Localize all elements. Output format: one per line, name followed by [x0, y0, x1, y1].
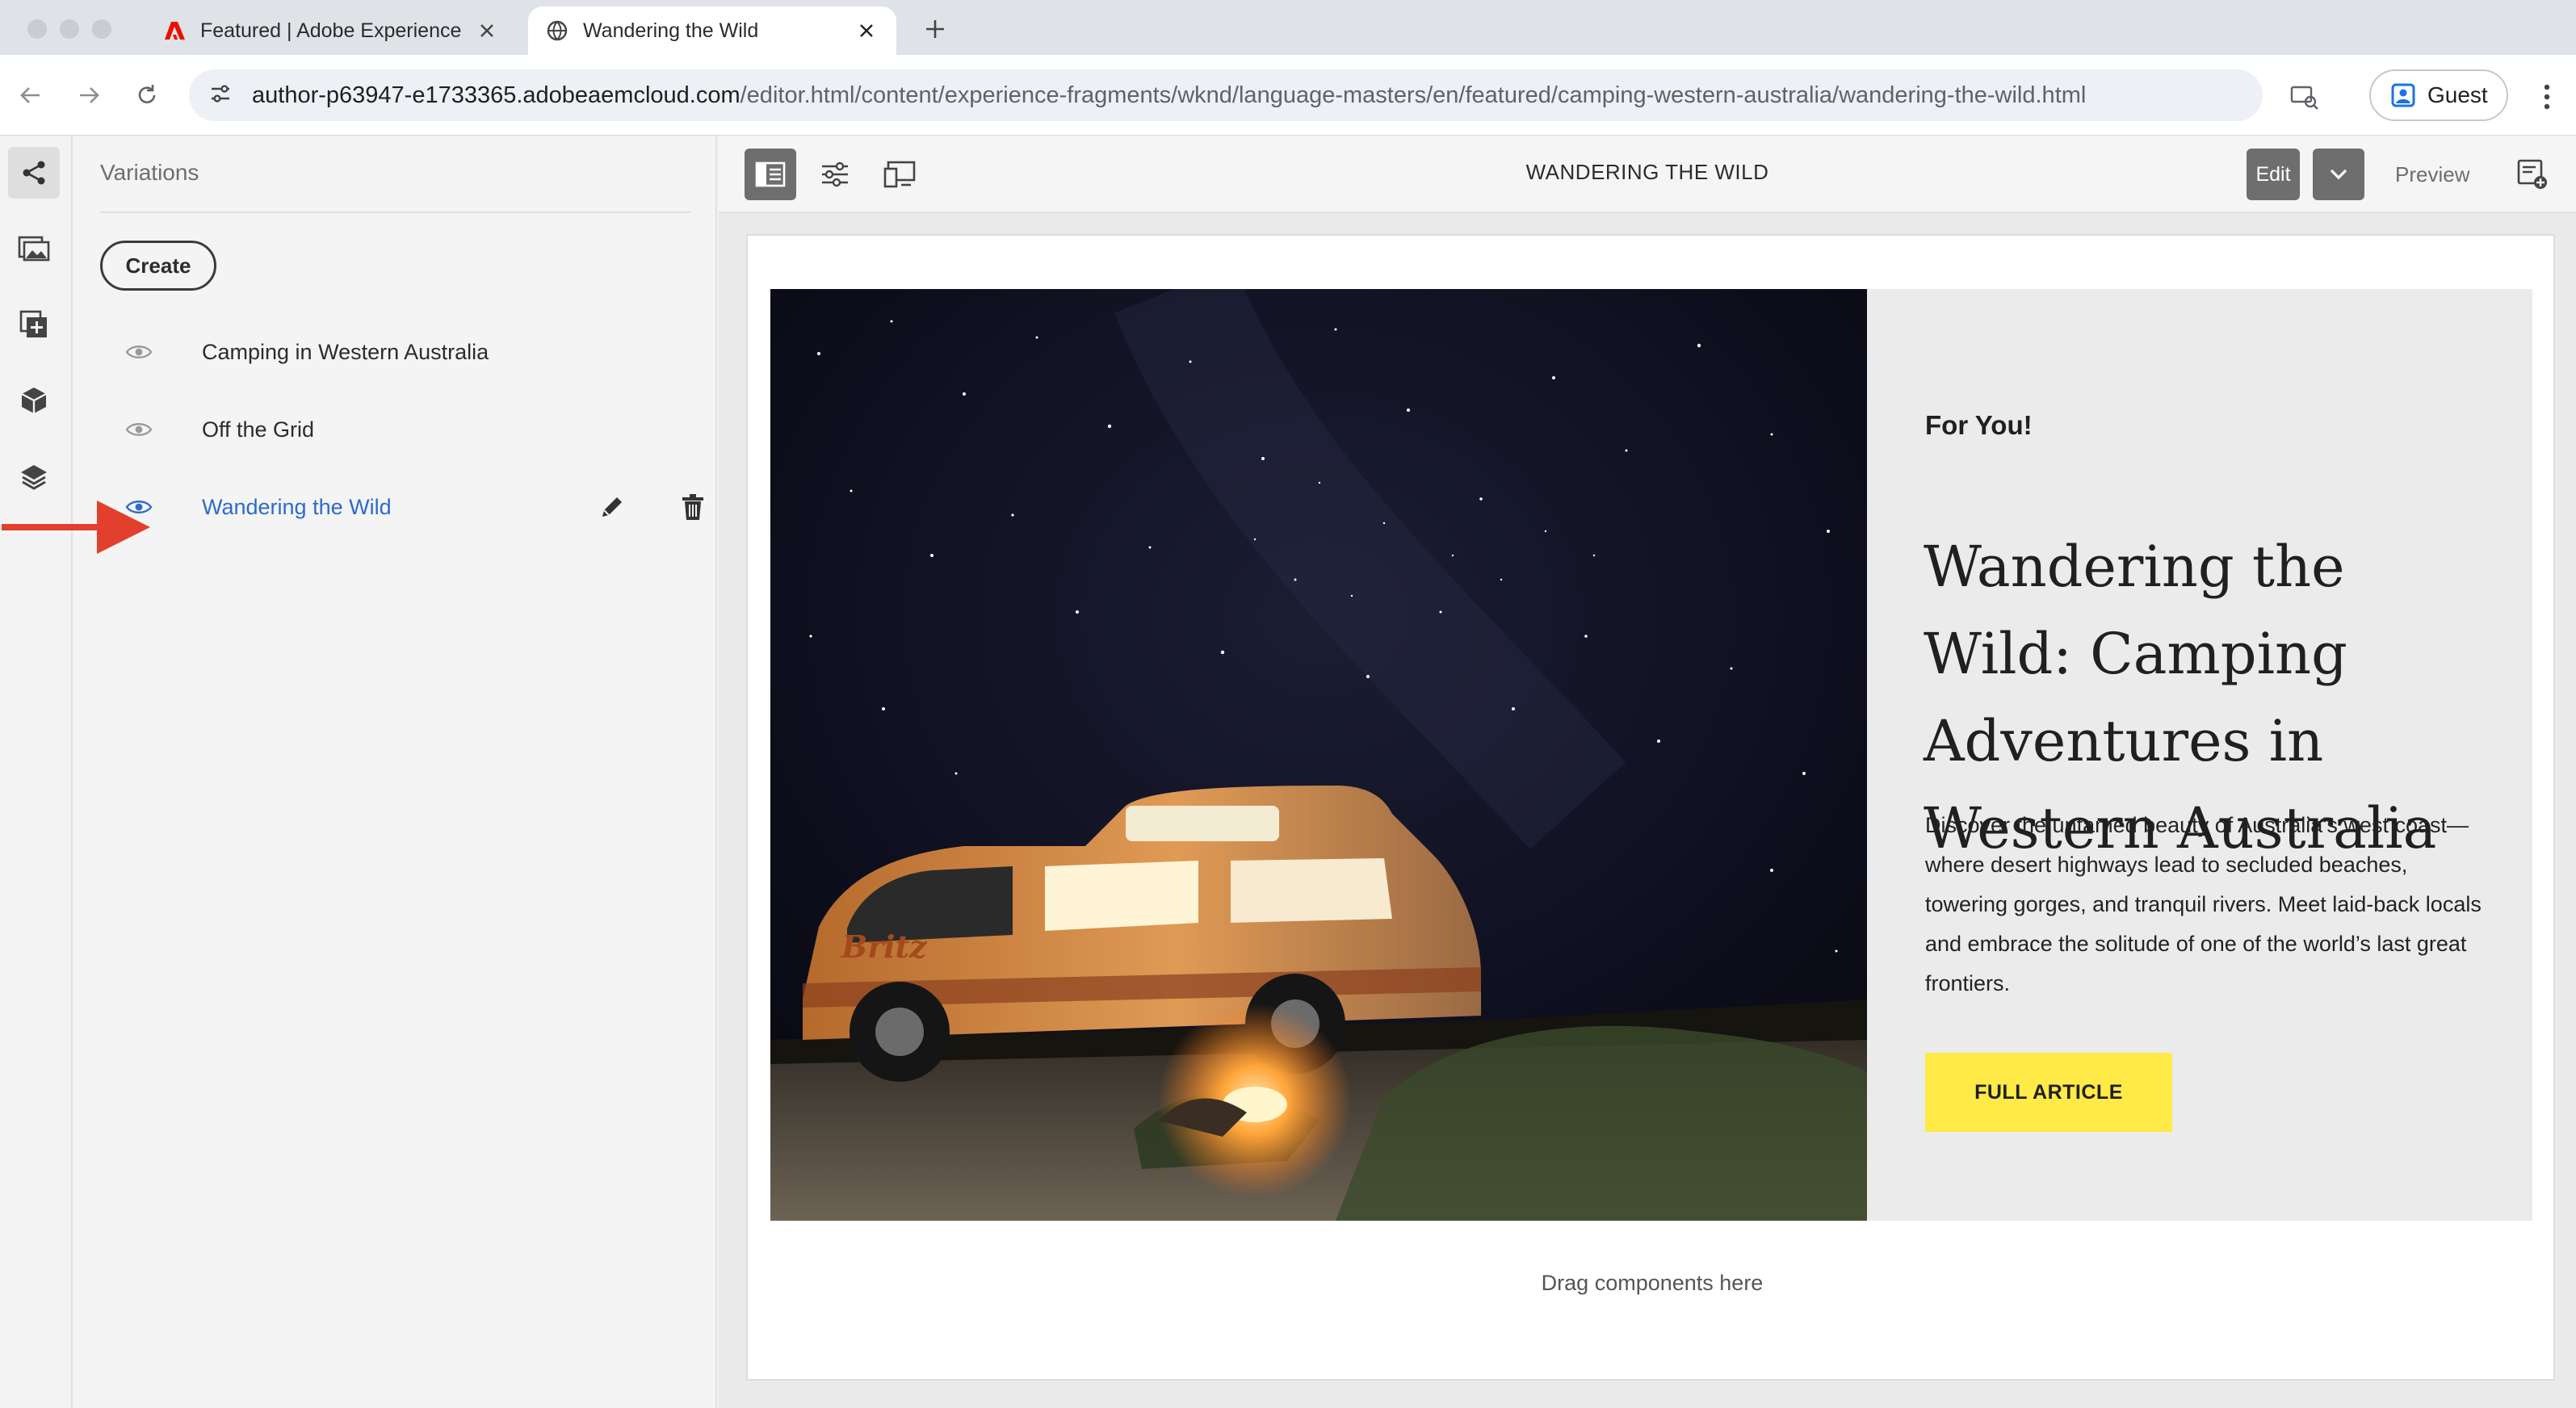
browser-tab-strip: Featured | Adobe Experience Wandering th…: [0, 0, 2576, 55]
tab-wandering-the-wild[interactable]: Wandering the Wild: [528, 6, 896, 55]
browser-menu-icon[interactable]: [2531, 79, 2563, 115]
search-page-icon[interactable]: [2289, 81, 2321, 113]
globe-icon: [546, 19, 568, 42]
edit-mode-button[interactable]: Edit: [2247, 149, 2300, 200]
eye-icon[interactable]: [123, 336, 155, 368]
trash-delete-icon[interactable]: [672, 486, 714, 528]
annotations-icon[interactable]: [2510, 152, 2555, 197]
teaser-component[interactable]: Britz For You! Wandering the Wild: Campi…: [770, 289, 2532, 1221]
close-tab-icon[interactable]: [475, 19, 499, 43]
create-variation-button[interactable]: Create: [100, 241, 216, 291]
add-component-icon[interactable]: [8, 299, 60, 350]
eye-icon[interactable]: [123, 413, 155, 446]
reload-icon[interactable]: [129, 78, 165, 113]
variations-tree-icon[interactable]: [8, 147, 60, 199]
preview-button[interactable]: Preview: [2382, 152, 2482, 197]
panel-title: Variations: [100, 160, 199, 185]
teaser-text-area: For You! Wandering the Wild: Camping Adv…: [1867, 289, 2532, 1221]
tab-title: Featured | Adobe Experience: [200, 19, 462, 42]
full-article-button[interactable]: FULL ARTICLE: [1925, 1053, 2172, 1132]
variation-label: Camping in Western Australia: [202, 339, 489, 364]
tab-featured[interactable]: Featured | Adobe Experience: [145, 6, 517, 55]
red-arrow-annotation: [2, 501, 150, 554]
mode-dropdown-chevron-down-icon[interactable]: [2313, 149, 2364, 200]
window-minimize-dot[interactable]: [60, 19, 79, 39]
teaser-image: Britz: [770, 289, 1867, 1221]
adobe-icon: [163, 19, 186, 42]
teaser-pretitle: For You!: [1925, 410, 2033, 440]
variation-actions: [591, 486, 714, 528]
address-bar[interactable]: author-p63947-e1733365.adobeaemcloud.com…: [189, 69, 2263, 121]
window-zoom-dot[interactable]: [92, 19, 111, 39]
components-cube-icon[interactable]: [8, 375, 60, 426]
page-editor: WANDERING THE WILD Edit Preview Britz Fo…: [719, 136, 2576, 1408]
url-path: /editor.html/content/experience-fragment…: [740, 82, 2087, 108]
editor-toolbar: WANDERING THE WILD Edit Preview: [719, 136, 2576, 213]
url-host: author-p63947-e1733365.adobeaemcloud.com: [252, 82, 740, 108]
guest-profile-icon: [2391, 83, 2415, 107]
browser-toolbar: author-p63947-e1733365.adobeaemcloud.com…: [0, 55, 2576, 136]
forward-arrow-icon[interactable]: [71, 78, 107, 113]
url-text: author-p63947-e1733365.adobeaemcloud.com…: [252, 82, 2086, 109]
profile-label: Guest: [2427, 82, 2488, 107]
content-frame: Britz For You! Wandering the Wild: Campi…: [746, 234, 2555, 1381]
side-rail: [0, 136, 73, 1408]
layers-icon[interactable]: [8, 450, 60, 502]
window-close-dot[interactable]: [27, 19, 47, 39]
variations-panel: Variations Create Camping in Western Aus…: [74, 136, 717, 1408]
variation-item[interactable]: Camping in Western Australia: [123, 320, 704, 384]
variation-label: Off the Grid: [202, 417, 315, 442]
variation-item[interactable]: Off the Grid: [123, 397, 704, 462]
pencil-edit-icon[interactable]: [591, 486, 633, 528]
tab-title: Wandering the Wild: [583, 19, 759, 42]
teaser-description: Discover the untamed beauty of Australia…: [1925, 813, 2482, 995]
new-tab-plus-icon[interactable]: [919, 13, 951, 45]
variation-item-selected[interactable]: Wandering the Wild: [123, 475, 704, 539]
drag-components-placeholder[interactable]: Drag components here: [748, 1271, 2557, 1296]
panel-divider: [100, 212, 691, 213]
back-arrow-icon[interactable]: [13, 78, 48, 113]
van-brand-text: Britz: [841, 928, 928, 965]
assets-icon[interactable]: [8, 223, 60, 274]
close-tab-icon[interactable]: [854, 19, 879, 43]
variation-label: Wandering the Wild: [202, 494, 392, 519]
profile-button[interactable]: Guest: [2369, 69, 2508, 121]
site-settings-icon[interactable]: [208, 82, 233, 110]
